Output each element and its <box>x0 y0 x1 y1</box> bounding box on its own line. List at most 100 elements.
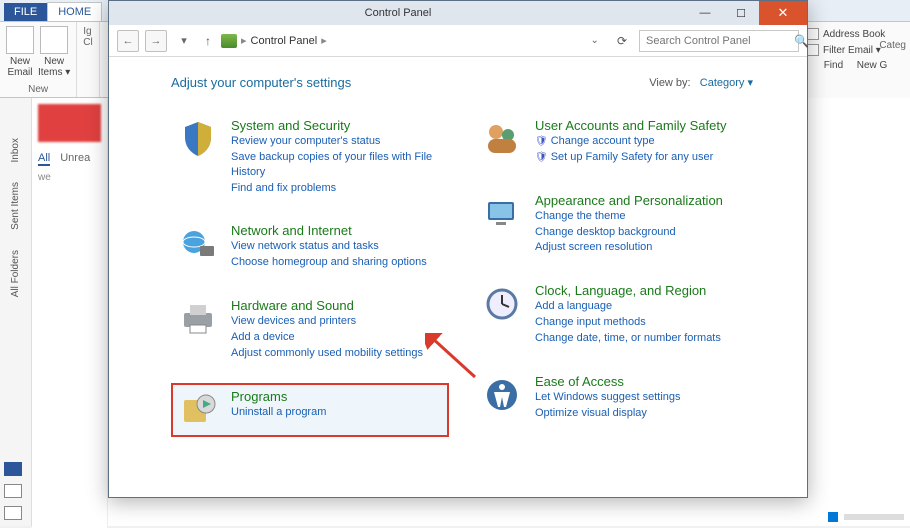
search-input[interactable] <box>646 35 788 47</box>
search-box[interactable]: 🔍 <box>639 30 799 52</box>
link-mobility[interactable]: Adjust commonly used mobility settings <box>231 346 423 361</box>
link-input-methods[interactable]: Change input methods <box>535 315 721 330</box>
control-panel-window: Control Panel — ☐ ✕ ← → ▾ ↑ ▸ Control Pa… <box>108 0 808 498</box>
clock-icon <box>481 283 523 325</box>
category-title[interactable]: Clock, Language, and Region <box>535 283 721 298</box>
window-title: Control Panel <box>109 7 687 19</box>
inbox-tab-all[interactable]: All <box>38 152 50 166</box>
link-file-history[interactable]: Save backup copies of your files with Fi… <box>231 150 443 180</box>
new-email-button[interactable]: New Email <box>6 26 34 78</box>
category-title[interactable]: User Accounts and Family Safety <box>535 118 726 133</box>
search-icon[interactable]: 🔍 <box>794 34 809 48</box>
filter-email-button[interactable]: Filter Email ▾ <box>823 45 881 56</box>
category-title[interactable]: Programs <box>231 389 326 404</box>
address-dropdown[interactable]: ⌄ <box>585 35 605 46</box>
categorize-label: Categ <box>879 40 906 51</box>
ease-of-access-icon <box>481 374 523 416</box>
minimize-button[interactable]: — <box>687 1 723 25</box>
monitor-icon <box>481 193 523 235</box>
ribbon-group-delete: IgCl <box>77 22 99 97</box>
link-homegroup[interactable]: Choose homegroup and sharing options <box>231 255 427 270</box>
link-date-time-formats[interactable]: Change date, time, or number formats <box>535 331 721 346</box>
users-icon <box>481 118 523 160</box>
back-button[interactable]: ← <box>117 30 139 52</box>
chevron-right-icon[interactable]: ▸ <box>321 34 327 47</box>
link-change-account-type[interactable]: Change account type <box>535 134 726 149</box>
redacted-block <box>38 104 101 142</box>
rail-all-folders[interactable]: All Folders <box>10 250 21 297</box>
tab-file[interactable]: FILE <box>4 3 47 21</box>
ignore-button[interactable]: Ig <box>83 26 91 37</box>
control-panel-icon <box>221 34 237 48</box>
mail-nav-icon[interactable] <box>4 462 22 476</box>
category-title[interactable]: Hardware and Sound <box>231 298 423 313</box>
link-find-fix[interactable]: Find and fix problems <box>231 181 443 196</box>
category-network-internet[interactable]: Network and Internet View network status… <box>171 217 449 276</box>
programs-icon <box>177 389 219 431</box>
mail-icon <box>6 26 34 54</box>
recent-dropdown[interactable]: ▾ <box>173 30 195 52</box>
status-dot-icon <box>828 512 838 522</box>
ribbon-group-new: New Email New Items ▾ New <box>0 22 77 97</box>
link-screen-res[interactable]: Adjust screen resolution <box>535 240 723 255</box>
breadcrumb-item[interactable]: Control Panel <box>251 35 318 47</box>
chevron-right-icon: ▸ <box>241 34 247 47</box>
forward-button[interactable]: → <box>145 30 167 52</box>
globe-network-icon <box>177 223 219 265</box>
category-appearance[interactable]: Appearance and Personalization Change th… <box>475 187 753 262</box>
link-review-status[interactable]: Review your computer's status <box>231 134 443 149</box>
ribbon-right-pane: Address Book Filter Email ▾ Find New G <box>800 22 910 98</box>
rail-inbox[interactable]: Inbox <box>10 138 21 162</box>
category-system-security[interactable]: System and Security Review your computer… <box>171 112 449 201</box>
control-panel-body: Adjust your computer's settings View by:… <box>109 57 807 497</box>
category-title[interactable]: Ease of Access <box>535 374 681 389</box>
tab-home[interactable]: HOME <box>47 2 102 21</box>
link-family-safety[interactable]: Set up Family Safety for any user <box>535 150 726 165</box>
address-book-button[interactable]: Address Book <box>823 29 885 40</box>
printer-icon <box>177 298 219 340</box>
category-title[interactable]: Appearance and Personalization <box>535 193 723 208</box>
category-title[interactable]: Network and Internet <box>231 223 427 238</box>
find-label: Find <box>824 60 843 71</box>
page-heading: Adjust your computer's settings <box>171 75 351 90</box>
category-hardware-sound[interactable]: Hardware and Sound View devices and prin… <box>171 292 449 367</box>
new-items-icon <box>40 26 68 54</box>
view-by[interactable]: View by: Category ▾ <box>649 76 753 89</box>
ribbon-group-label: New <box>28 84 48 95</box>
close-button[interactable]: ✕ <box>759 1 807 25</box>
refresh-button[interactable]: ⟳ <box>611 34 633 48</box>
category-ease-of-access[interactable]: Ease of Access Let Windows suggest setti… <box>475 368 753 427</box>
link-windows-suggest[interactable]: Let Windows suggest settings <box>535 390 681 405</box>
titlebar[interactable]: Control Panel — ☐ ✕ <box>109 1 807 25</box>
link-add-language[interactable]: Add a language <box>535 299 721 314</box>
new-items-button[interactable]: New Items ▾ <box>38 26 70 78</box>
maximize-button[interactable]: ☐ <box>723 1 759 25</box>
link-add-device[interactable]: Add a device <box>231 330 423 345</box>
cleanup-button[interactable]: Cl <box>83 37 92 48</box>
link-network-status[interactable]: View network status and tasks <box>231 239 427 254</box>
category-title[interactable]: System and Security <box>231 118 443 133</box>
inbox-snippet: we <box>32 170 107 185</box>
calendar-nav-icon[interactable] <box>4 484 22 498</box>
link-desktop-bg[interactable]: Change desktop background <box>535 225 723 240</box>
link-optimize-display[interactable]: Optimize visual display <box>535 406 681 421</box>
statusbar <box>828 512 904 522</box>
inbox-list: All Unrea we <box>32 98 108 528</box>
up-button[interactable]: ↑ <box>201 34 215 48</box>
category-clock-language[interactable]: Clock, Language, and Region Add a langua… <box>475 277 753 352</box>
category-programs[interactable]: Programs Uninstall a program <box>171 383 449 437</box>
view-by-value[interactable]: Category ▾ <box>700 77 753 89</box>
nav-icons <box>4 462 22 520</box>
address-bar: ← → ▾ ↑ ▸ Control Panel ▸ ⌄ ⟳ 🔍 <box>109 25 807 57</box>
shield-icon <box>177 118 219 160</box>
inbox-tab-unread[interactable]: Unrea <box>60 152 90 166</box>
category-user-accounts[interactable]: User Accounts and Family Safety Change a… <box>475 112 753 171</box>
zoom-slider[interactable] <box>844 514 904 520</box>
link-uninstall-program[interactable]: Uninstall a program <box>231 405 326 420</box>
link-devices-printers[interactable]: View devices and printers <box>231 314 423 329</box>
rail-sent[interactable]: Sent Items <box>10 182 21 230</box>
link-change-theme[interactable]: Change the theme <box>535 209 723 224</box>
people-nav-icon[interactable] <box>4 506 22 520</box>
new-group-label: New G <box>857 60 888 71</box>
breadcrumb[interactable]: ▸ Control Panel ▸ <box>221 34 327 48</box>
